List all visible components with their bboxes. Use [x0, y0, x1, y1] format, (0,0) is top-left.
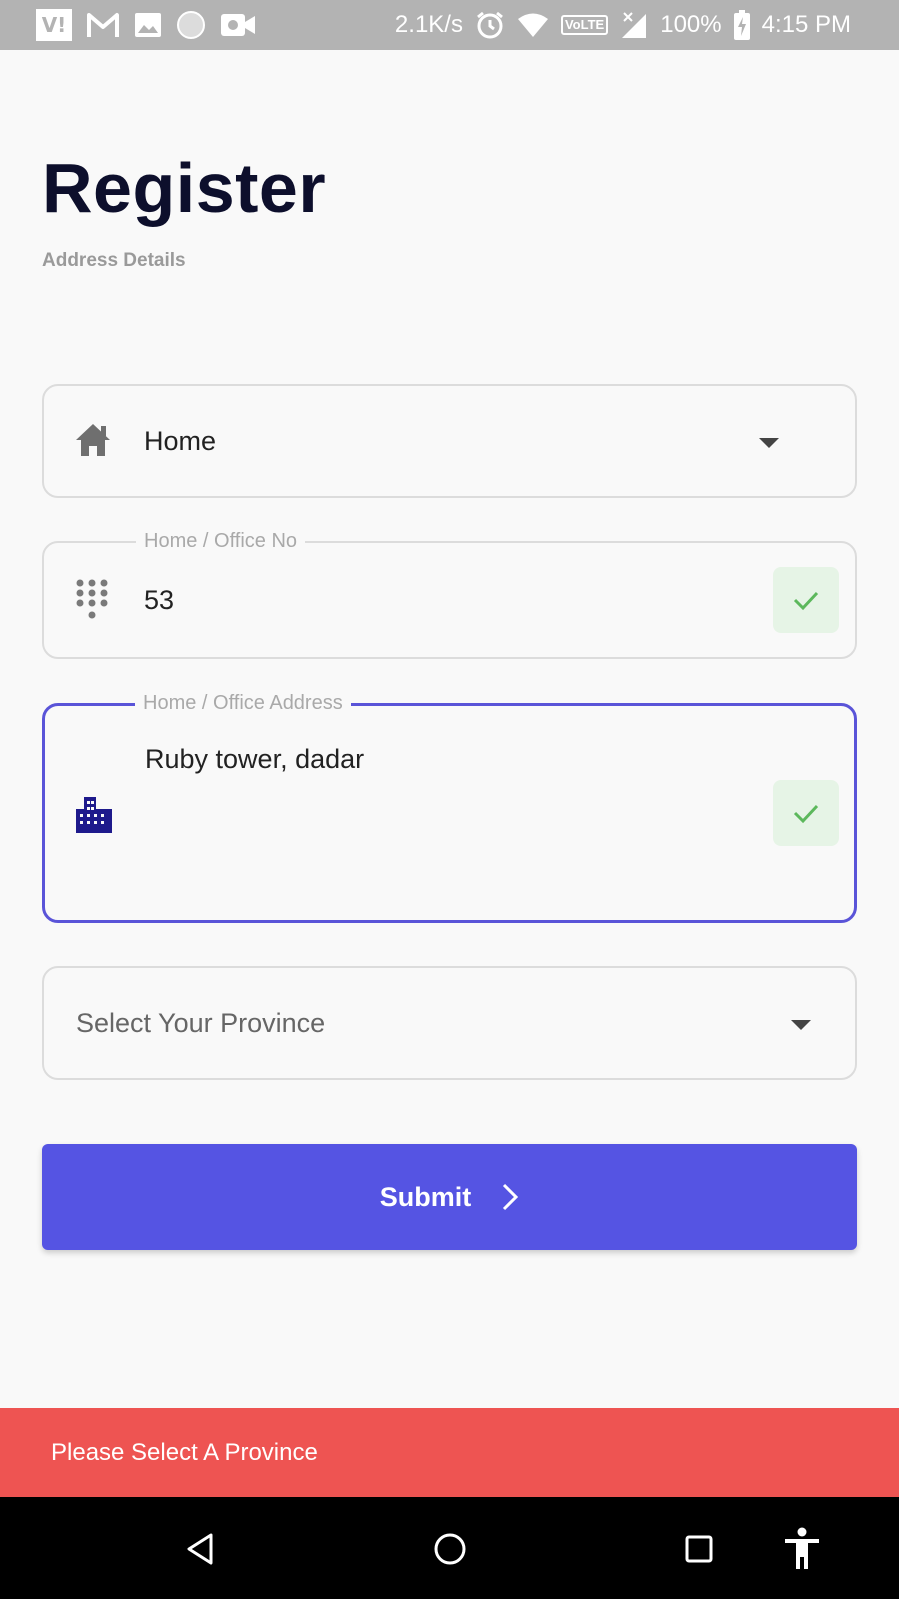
chevron-down-icon	[791, 1020, 811, 1030]
check-icon	[793, 804, 819, 824]
status-bar: V! 2.1K/s VoLTE 100% 4:15 PM	[0, 0, 899, 50]
video-icon	[220, 9, 256, 41]
office-no-valid-badge	[773, 567, 839, 633]
volte-badge: VoLTE	[560, 15, 609, 35]
carrier-badge: V!	[36, 9, 72, 41]
address-type-value: Home	[144, 426, 217, 456]
battery-charging-icon	[733, 9, 750, 41]
network-speed: 2.1K/s	[394, 11, 463, 38]
address-type-dropdown[interactable]: Home	[42, 384, 857, 498]
snackbar-message: Please Select A Province	[51, 1438, 318, 1466]
home-icon	[74, 422, 112, 463]
page-subtitle: Address Details	[42, 250, 186, 271]
office-no-label: Home / Office No	[136, 530, 306, 553]
back-icon[interactable]	[178, 1527, 222, 1571]
address-input[interactable]: Ruby tower, dadar	[145, 744, 364, 775]
submit-label: Submit	[379, 1181, 472, 1212]
home-circle-icon[interactable]	[428, 1527, 472, 1571]
recents-icon[interactable]	[677, 1527, 721, 1571]
address-field[interactable]: Home / Office Address Ruby tower, dadar	[42, 692, 857, 923]
address-label: Home / Office Address	[135, 692, 351, 715]
apartment-icon	[74, 795, 114, 840]
province-dropdown[interactable]: Select Your Province	[42, 966, 857, 1080]
submit-button[interactable]: Submit	[42, 1144, 857, 1250]
alarm-icon	[475, 9, 505, 41]
chevron-down-icon	[759, 438, 779, 448]
navigation-bar	[0, 1497, 899, 1599]
office-no-field[interactable]: Home / Office No 53	[42, 530, 857, 659]
gmail-icon	[86, 9, 120, 41]
address-valid-badge	[773, 780, 839, 846]
accessibility-icon[interactable]	[780, 1527, 824, 1571]
signal-icon	[620, 9, 648, 41]
circle-icon	[176, 9, 206, 41]
office-no-input[interactable]: 53	[144, 585, 174, 616]
check-icon	[793, 591, 819, 611]
page-title: Register	[42, 149, 327, 227]
chevron-right-icon	[503, 1183, 519, 1211]
clock: 4:15 PM	[761, 11, 851, 38]
battery-percent: 100%	[660, 11, 722, 38]
error-snackbar: Please Select A Province	[0, 1408, 899, 1497]
wifi-icon	[517, 9, 549, 41]
image-icon	[134, 9, 162, 41]
province-placeholder: Select Your Province	[76, 1008, 326, 1038]
dialpad-icon	[74, 577, 110, 630]
